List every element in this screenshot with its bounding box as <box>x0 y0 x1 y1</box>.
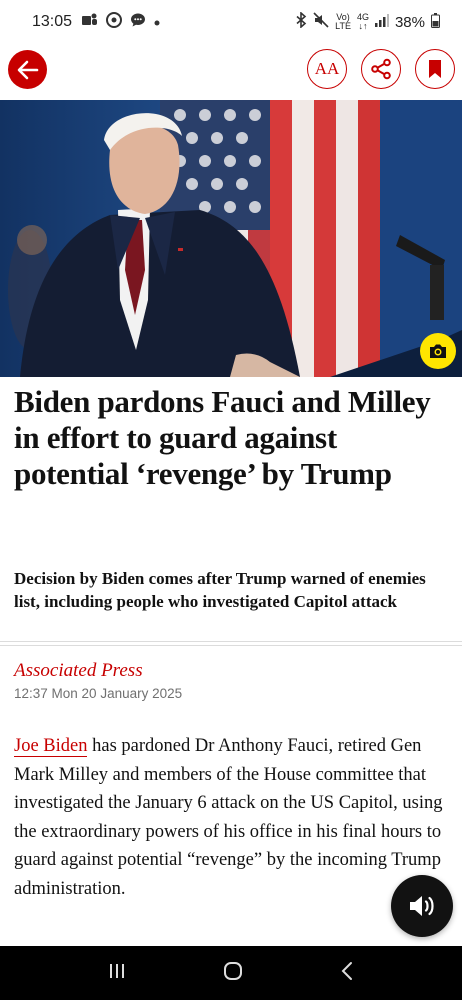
signal-icon <box>374 13 389 31</box>
hero-image[interactable] <box>0 100 462 377</box>
status-bar: 13:05 Vo) LTE 4G ↓↑ 38% <box>0 0 462 44</box>
camera-icon <box>430 344 446 358</box>
divider-top <box>0 641 462 642</box>
home-icon <box>223 961 242 980</box>
recents-icon <box>110 963 125 978</box>
article-byline[interactable]: Associated Press <box>14 660 143 682</box>
status-app-icon <box>106 11 123 33</box>
article-body: Joe Biden has pardoned Dr Anthony Fauci,… <box>14 732 454 904</box>
bluetooth-icon <box>295 11 307 32</box>
share-icon <box>371 58 391 80</box>
hero-photo-illustration <box>0 100 462 377</box>
share-button[interactable] <box>361 49 401 89</box>
recent-apps-button[interactable] <box>108 962 126 985</box>
notification-dot-icon <box>154 13 160 31</box>
divider-bottom <box>0 645 462 646</box>
battery-icon <box>431 12 440 32</box>
system-nav-bar <box>0 946 462 1000</box>
volte-bottom: LTE <box>335 21 351 31</box>
back-button[interactable] <box>8 50 47 89</box>
article-dateline: 12:37 Mon 20 January 2025 <box>14 686 183 701</box>
text-size-icon: AA <box>314 59 340 78</box>
back-icon <box>341 961 352 980</box>
image-caption-button[interactable] <box>420 333 456 369</box>
joe-biden-link[interactable]: Joe Biden <box>14 736 88 757</box>
network-gen-bottom: ↓↑ <box>358 21 368 31</box>
article-toolbar: AA <box>0 44 462 100</box>
article-body-text: has pardoned Dr Anthony Fauci, retired G… <box>14 736 443 899</box>
network-gen-indicator: 4G ↓↑ <box>357 13 369 31</box>
system-back-button[interactable] <box>340 961 354 986</box>
article-headline: Biden pardons Fauci and Milley in effort… <box>14 384 431 491</box>
chat-icon <box>130 12 146 33</box>
home-button[interactable] <box>223 961 243 986</box>
listen-button[interactable] <box>391 875 453 937</box>
battery-percentage: 38% <box>394 13 425 31</box>
article-standfirst: Decision by Biden comes after Trump warn… <box>14 569 426 611</box>
status-left: 13:05 <box>32 11 160 33</box>
teams-icon <box>80 12 98 33</box>
mute-icon <box>313 12 329 32</box>
back-arrow-icon <box>17 60 38 79</box>
status-time: 13:05 <box>32 13 73 30</box>
bookmark-icon <box>429 60 441 78</box>
text-size-button[interactable]: AA <box>307 49 347 89</box>
volte-indicator: Vo) LTE <box>335 13 351 31</box>
status-right: Vo) LTE 4G ↓↑ 38% <box>295 11 440 32</box>
bookmark-button[interactable] <box>415 49 455 89</box>
volume-icon <box>410 896 434 916</box>
